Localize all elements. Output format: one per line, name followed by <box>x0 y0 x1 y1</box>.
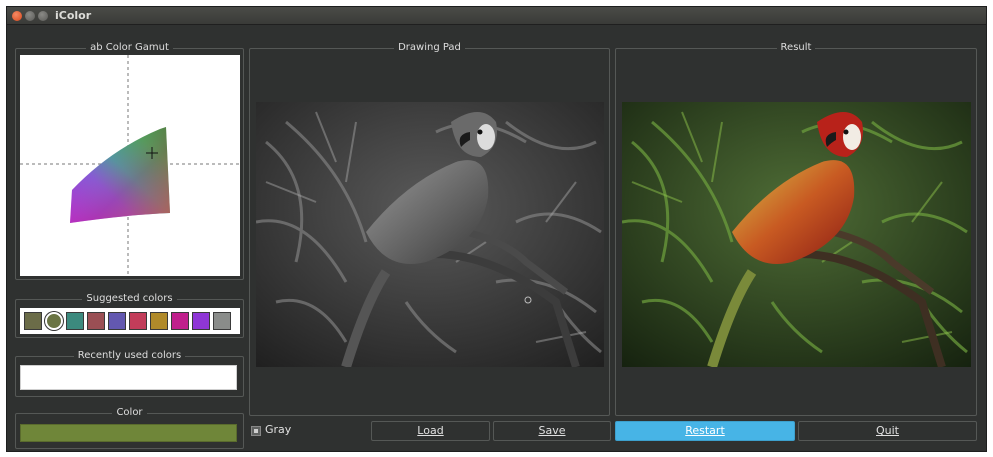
title-bar: iColor <box>7 7 986 25</box>
color-panel: Color <box>15 407 244 449</box>
recent-panel: Recently used colors <box>15 350 244 397</box>
window-title: iColor <box>55 9 92 22</box>
result-title: Result <box>776 42 816 53</box>
drawing-pad-image[interactable] <box>256 102 604 367</box>
result-image <box>622 102 971 367</box>
suggested-color-swatch[interactable] <box>45 312 63 330</box>
suggested-color-swatch[interactable] <box>213 312 231 330</box>
suggested-color-swatch[interactable] <box>129 312 147 330</box>
current-color-swatch[interactable] <box>20 424 237 442</box>
suggested-color-swatch[interactable] <box>87 312 105 330</box>
color-title: Color <box>112 407 147 418</box>
suggested-title: Suggested colors <box>82 293 177 304</box>
quit-button[interactable]: Quit <box>798 421 977 441</box>
drawing-pad-title: Drawing Pad <box>394 42 465 53</box>
load-button[interactable]: Load <box>371 421 490 441</box>
suggested-color-swatch[interactable] <box>108 312 126 330</box>
suggested-color-swatch[interactable] <box>150 312 168 330</box>
suggested-color-swatch[interactable] <box>192 312 210 330</box>
suggested-color-swatch[interactable] <box>24 312 42 330</box>
gamut-panel: ab Color Gamut <box>15 42 244 280</box>
result-panel: Result <box>615 42 977 416</box>
suggested-panel: Suggested colors <box>15 293 244 338</box>
drawing-pad-panel: Drawing Pad <box>249 42 610 416</box>
app-window: iColor ab Color Gamut Suggested colors R… <box>6 6 987 452</box>
recent-title: Recently used colors <box>73 350 186 361</box>
suggested-color-swatch[interactable] <box>66 312 84 330</box>
restart-button[interactable]: Restart <box>615 421 795 441</box>
recent-colors-box[interactable] <box>20 365 237 390</box>
gamut-canvas[interactable] <box>20 55 240 276</box>
close-icon[interactable] <box>12 11 22 21</box>
gray-checkbox[interactable] <box>251 426 261 436</box>
gray-label: Gray <box>265 423 292 436</box>
suggested-color-swatch[interactable] <box>171 312 189 330</box>
save-button[interactable]: Save <box>493 421 611 441</box>
maximize-icon[interactable] <box>38 11 48 21</box>
gamut-title: ab Color Gamut <box>86 42 173 53</box>
minimize-icon[interactable] <box>25 11 35 21</box>
suggested-swatches <box>20 308 240 334</box>
